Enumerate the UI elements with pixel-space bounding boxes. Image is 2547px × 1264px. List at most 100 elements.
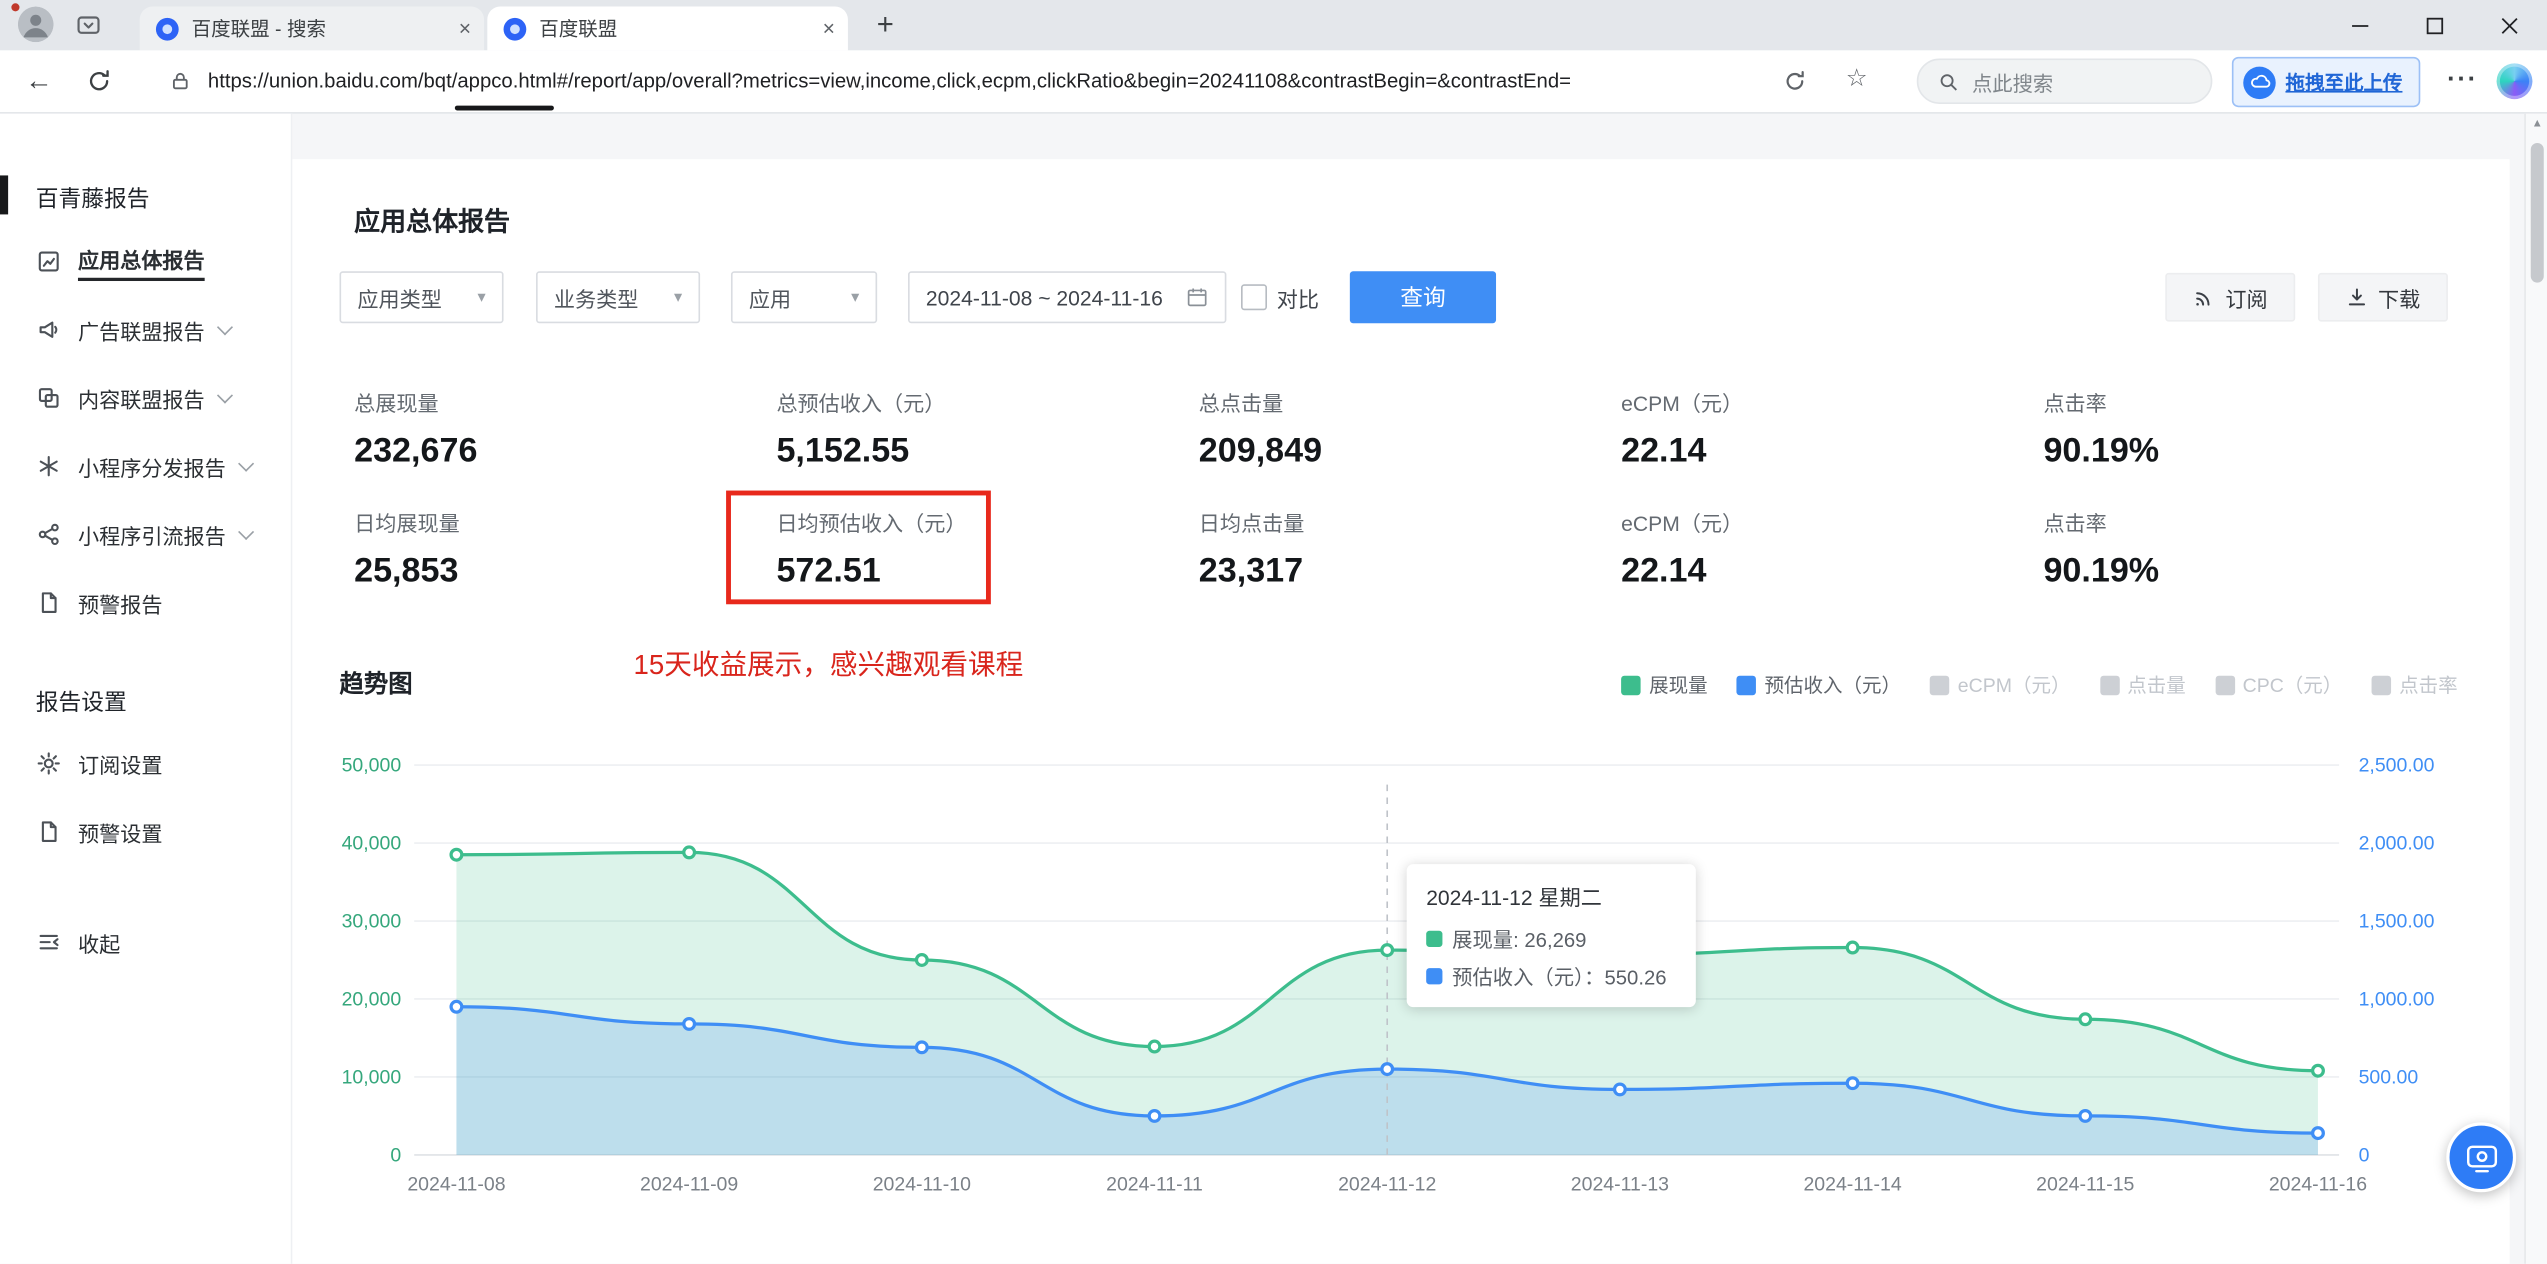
trend-chart[interactable]: 0 10,000 20,000 30,000 40,000 50,000 0 500.00 1,…	[339, 723, 2457, 1227]
tooltip-row: 展现量: 26,269	[1426, 923, 1676, 954]
stat-value: 5,152.55	[776, 432, 910, 470]
stat-label: 点击率	[2043, 391, 2107, 416]
compare-checkbox-group: 对比	[1241, 282, 1319, 313]
address-bar[interactable]: https://union.baidu.com/bqt/appco.html#/…	[208, 50, 1719, 112]
highlight-annotation-box	[726, 490, 991, 605]
sidebar-item-ad[interactable]: 广告联盟报告	[0, 296, 291, 364]
download-button[interactable]: 下载	[2317, 272, 2448, 322]
app-select[interactable]: 应用 ▾	[730, 271, 878, 324]
sidebar-collapse-button[interactable]: 收起	[36, 919, 120, 964]
legend-swatch	[1736, 674, 1757, 695]
refresh-icon[interactable]	[84, 67, 116, 99]
svg-text:2024-11-09: 2024-11-09	[640, 1174, 738, 1196]
legend-item[interactable]: 预估收入（元）	[1736, 671, 1901, 699]
browser-tab[interactable]: 百度联盟 ×	[487, 6, 848, 51]
sidebar: 百青藤报告 应用总体报告 广告联盟报告 内容联盟报告 小程序分发报告 小程序引流报告 预警…	[0, 113, 293, 1264]
copilot-icon[interactable]	[2496, 63, 2533, 100]
profile-avatar[interactable]	[17, 6, 54, 43]
close-button[interactable]	[2472, 0, 2547, 50]
legend-label: 点击率	[2399, 674, 2458, 697]
sidebar-item-overview[interactable]: 应用总体报告	[0, 227, 291, 295]
sidebar-item-distribute[interactable]: 小程序分发报告	[0, 432, 291, 500]
download-label: 下载	[2378, 286, 2421, 312]
search-box[interactable]: 点此搜索	[1916, 58, 2213, 104]
legend-item[interactable]: eCPM（元）	[1930, 671, 2070, 699]
back-icon[interactable]: ←	[23, 65, 55, 97]
svg-text:40,000: 40,000	[342, 833, 402, 855]
stat-value: 22.14	[1621, 432, 1707, 470]
loading-indicator	[454, 105, 554, 111]
sidebar-item-label: 内容联盟报告	[77, 387, 205, 412]
stat-cell: eCPM（元） 22.14	[1621, 507, 2043, 591]
stat-cell: 点击率 90.19%	[2043, 507, 2465, 591]
chevron-down-icon: ▾	[851, 288, 860, 307]
content-icon	[36, 385, 62, 411]
svg-text:2024-11-11: 2024-11-11	[1106, 1174, 1203, 1196]
maximize-button[interactable]	[2398, 0, 2473, 50]
floating-widget-button[interactable]	[2446, 1122, 2517, 1193]
tab-title: 百度联盟	[539, 17, 618, 41]
minimize-button[interactable]	[2323, 0, 2398, 50]
sidebar-item-alert[interactable]: 预警报告	[0, 569, 291, 637]
presence-dot	[11, 3, 20, 12]
svg-text:2024-11-12: 2024-11-12	[1338, 1174, 1436, 1196]
sidebar-item-label: 小程序引流报告	[77, 523, 226, 549]
legend-item[interactable]: 展现量	[1621, 671, 1708, 699]
tab-close-icon[interactable]: ×	[459, 16, 471, 40]
app-type-select[interactable]: 应用类型 ▾	[339, 271, 504, 324]
page-scrollbar[interactable]: ▲	[2524, 113, 2547, 1264]
legend-item[interactable]: CPC（元）	[2215, 671, 2342, 699]
legend-swatch	[2099, 674, 2120, 695]
upload-drop-badge[interactable]: 拖拽至此上传	[2231, 56, 2421, 108]
cloud-upload-icon	[2243, 65, 2276, 99]
stat-label: 点击率	[2043, 511, 2107, 537]
calendar-icon	[1187, 288, 1207, 307]
svg-text:2,000.00: 2,000.00	[2359, 833, 2435, 855]
browser-window: 百度联盟 - 搜索 × 百度联盟 × + ← https://union.baidu.…	[0, 0, 2547, 1264]
legend-label: 预估收入（元）	[1764, 674, 1901, 697]
sidebar-item-referral[interactable]: 小程序引流报告	[0, 500, 291, 568]
settings-more-icon[interactable]: ···	[2446, 63, 2478, 95]
tooltip-title: 2024-11-12 星期二	[1426, 885, 1602, 910]
legend-label: CPC（元）	[2242, 674, 2343, 697]
tab-title: 百度联盟 - 搜索	[191, 17, 326, 41]
sidebar-item-label: 订阅设置	[77, 752, 163, 778]
legend-swatch	[1930, 674, 1950, 695]
tab-actions-icon[interactable]	[75, 11, 104, 40]
browser-toolbar: ← https://union.baidu.com/bqt/appco.html…	[0, 50, 2547, 114]
scrollbar-up-arrow[interactable]: ▲	[2526, 119, 2547, 130]
compare-checkbox[interactable]	[1241, 284, 1268, 311]
search-icon	[1940, 73, 1957, 90]
business-type-select[interactable]: 业务类型 ▾	[536, 271, 701, 324]
legend-item[interactable]: 点击量	[2099, 671, 2186, 699]
app-type-select-value: 应用类型	[357, 286, 442, 312]
tab-close-icon[interactable]: ×	[823, 16, 835, 40]
svg-text:20,000: 20,000	[342, 988, 402, 1010]
annotation-text: 15天收益展示，感兴趣观看课程	[633, 649, 1024, 681]
subscribe-button[interactable]: 订阅	[2165, 272, 2296, 322]
svg-text:2024-11-15: 2024-11-15	[2036, 1174, 2134, 1196]
legend-item[interactable]: 点击率	[2371, 671, 2458, 699]
sidebar-item-gear[interactable]: 订阅设置	[0, 729, 291, 797]
sidebar-item-content[interactable]: 内容联盟报告	[0, 364, 291, 432]
chevron-down-icon: ▾	[674, 288, 683, 307]
browser-tab[interactable]: 百度联盟 - 搜索 ×	[139, 6, 485, 51]
sidebar-item-alert[interactable]: 预警设置	[0, 798, 291, 866]
gear-icon	[36, 750, 62, 776]
stats-row: 总展现量 232,676 总预估收入（元） 5,152.55 总点击量 209,849 eC…	[354, 387, 2466, 471]
legend-label: 展现量	[1649, 674, 1708, 697]
svg-text:2,500.00: 2,500.00	[2359, 755, 2435, 777]
window-controls	[2323, 0, 2547, 50]
stat-cell: 总预估收入（元） 5,152.55	[776, 387, 1198, 471]
query-button[interactable]: 查询	[1349, 271, 1497, 324]
stat-label: 总点击量	[1198, 391, 1284, 416]
new-tab-button[interactable]: +	[867, 8, 903, 44]
date-range-picker[interactable]: 2024-11-08 ~ 2024-11-16	[908, 271, 1227, 324]
address-bar-tool-icon[interactable]	[1780, 67, 1812, 99]
legend-swatch	[2215, 674, 2235, 695]
collapse-label: 收起	[77, 931, 121, 956]
site-info-icon[interactable]	[169, 70, 201, 102]
favorite-star-icon[interactable]: ☆	[1840, 63, 1872, 95]
trend-chart-canvas[interactable]: 0 10,000 20,000 30,000 40,000 50,000 0 500.00 1,…	[339, 723, 2457, 1227]
scrollbar-thumb[interactable]	[2530, 142, 2544, 283]
